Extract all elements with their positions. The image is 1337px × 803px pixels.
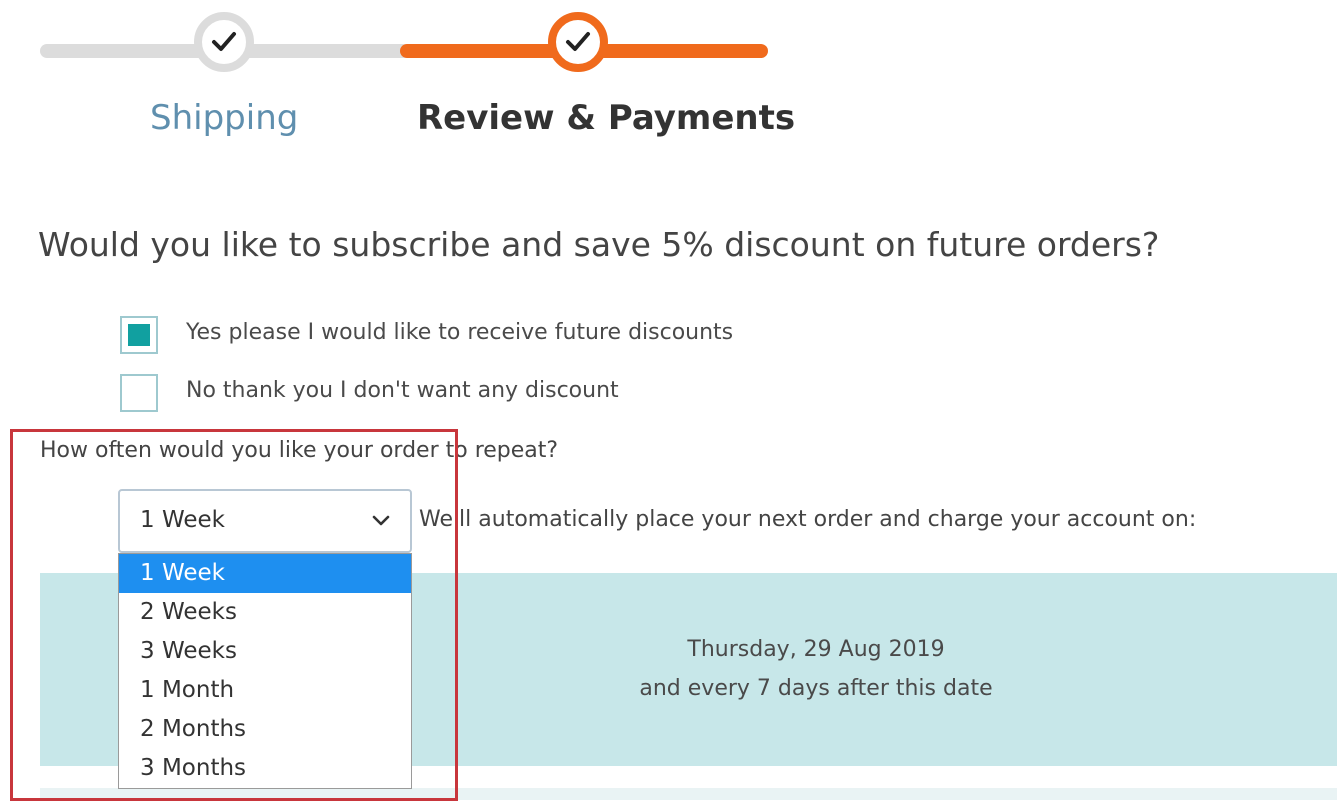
subscribe-no-label[interactable]: No thank you I don't want any discount: [186, 378, 619, 403]
recurrence-text: and every 7 days after this date: [639, 676, 993, 701]
repeat-frequency-question: How often would you like your order to r…: [40, 438, 559, 463]
checkbox-checked-mark: [128, 324, 150, 346]
step-review-label: Review & Payments: [417, 98, 796, 138]
subscription-question: Would you like to subscribe and save 5% …: [38, 225, 1160, 264]
panel-divider: [40, 788, 1337, 800]
check-icon: [566, 32, 590, 51]
option-3-weeks[interactable]: 3 Weeks: [119, 632, 411, 671]
repeat-frequency-options: 1 Week 2 Weeks 3 Weeks 1 Month 2 Months …: [118, 553, 412, 789]
subscribe-yes-checkbox[interactable]: [120, 316, 158, 354]
auto-order-notice: We'll automatically place your next orde…: [419, 507, 1197, 532]
option-3-months[interactable]: 3 Months: [119, 749, 411, 788]
check-icon: [212, 32, 236, 51]
step-shipping-label[interactable]: Shipping: [150, 98, 298, 138]
subscribe-no-checkbox[interactable]: [120, 374, 158, 412]
chevron-down-icon[interactable]: [372, 512, 390, 531]
repeat-frequency-selected-value: 1 Week: [140, 507, 225, 533]
step-review-indicator: [548, 12, 608, 72]
subscribe-yes-label[interactable]: Yes please I would like to receive futur…: [186, 320, 733, 345]
option-2-months[interactable]: 2 Months: [119, 710, 411, 749]
option-2-weeks[interactable]: 2 Weeks: [119, 593, 411, 632]
next-order-date: Thursday, 29 Aug 2019: [687, 637, 945, 662]
option-1-week[interactable]: 1 Week: [119, 554, 411, 593]
option-1-month[interactable]: 1 Month: [119, 671, 411, 710]
step-shipping-indicator[interactable]: [194, 12, 254, 72]
